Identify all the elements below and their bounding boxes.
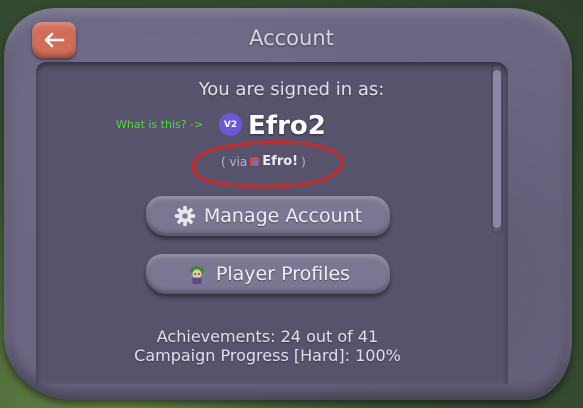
player-profiles-button[interactable]: Player Profiles <box>146 254 390 294</box>
character-icon <box>189 265 205 285</box>
player-profiles-label: Player Profiles <box>215 263 351 285</box>
campaign-progress-text: Campaign Progress [Hard]: 100% <box>134 346 401 365</box>
gear-icon <box>174 205 195 227</box>
what-is-this-link[interactable]: What is this? -> <box>116 118 203 131</box>
account-version-badge[interactable]: V2 <box>219 113 242 136</box>
signed-in-label: You are signed in as: <box>198 79 385 100</box>
manage-account-button[interactable]: Manage Account <box>146 196 390 236</box>
username: Efro2 <box>248 111 326 141</box>
achievements-text: Achievements: 24 out of 41 <box>156 327 379 346</box>
page-title: Account <box>249 26 334 50</box>
red-annotation-circle <box>192 140 344 188</box>
manage-account-label: Manage Account <box>203 205 363 227</box>
